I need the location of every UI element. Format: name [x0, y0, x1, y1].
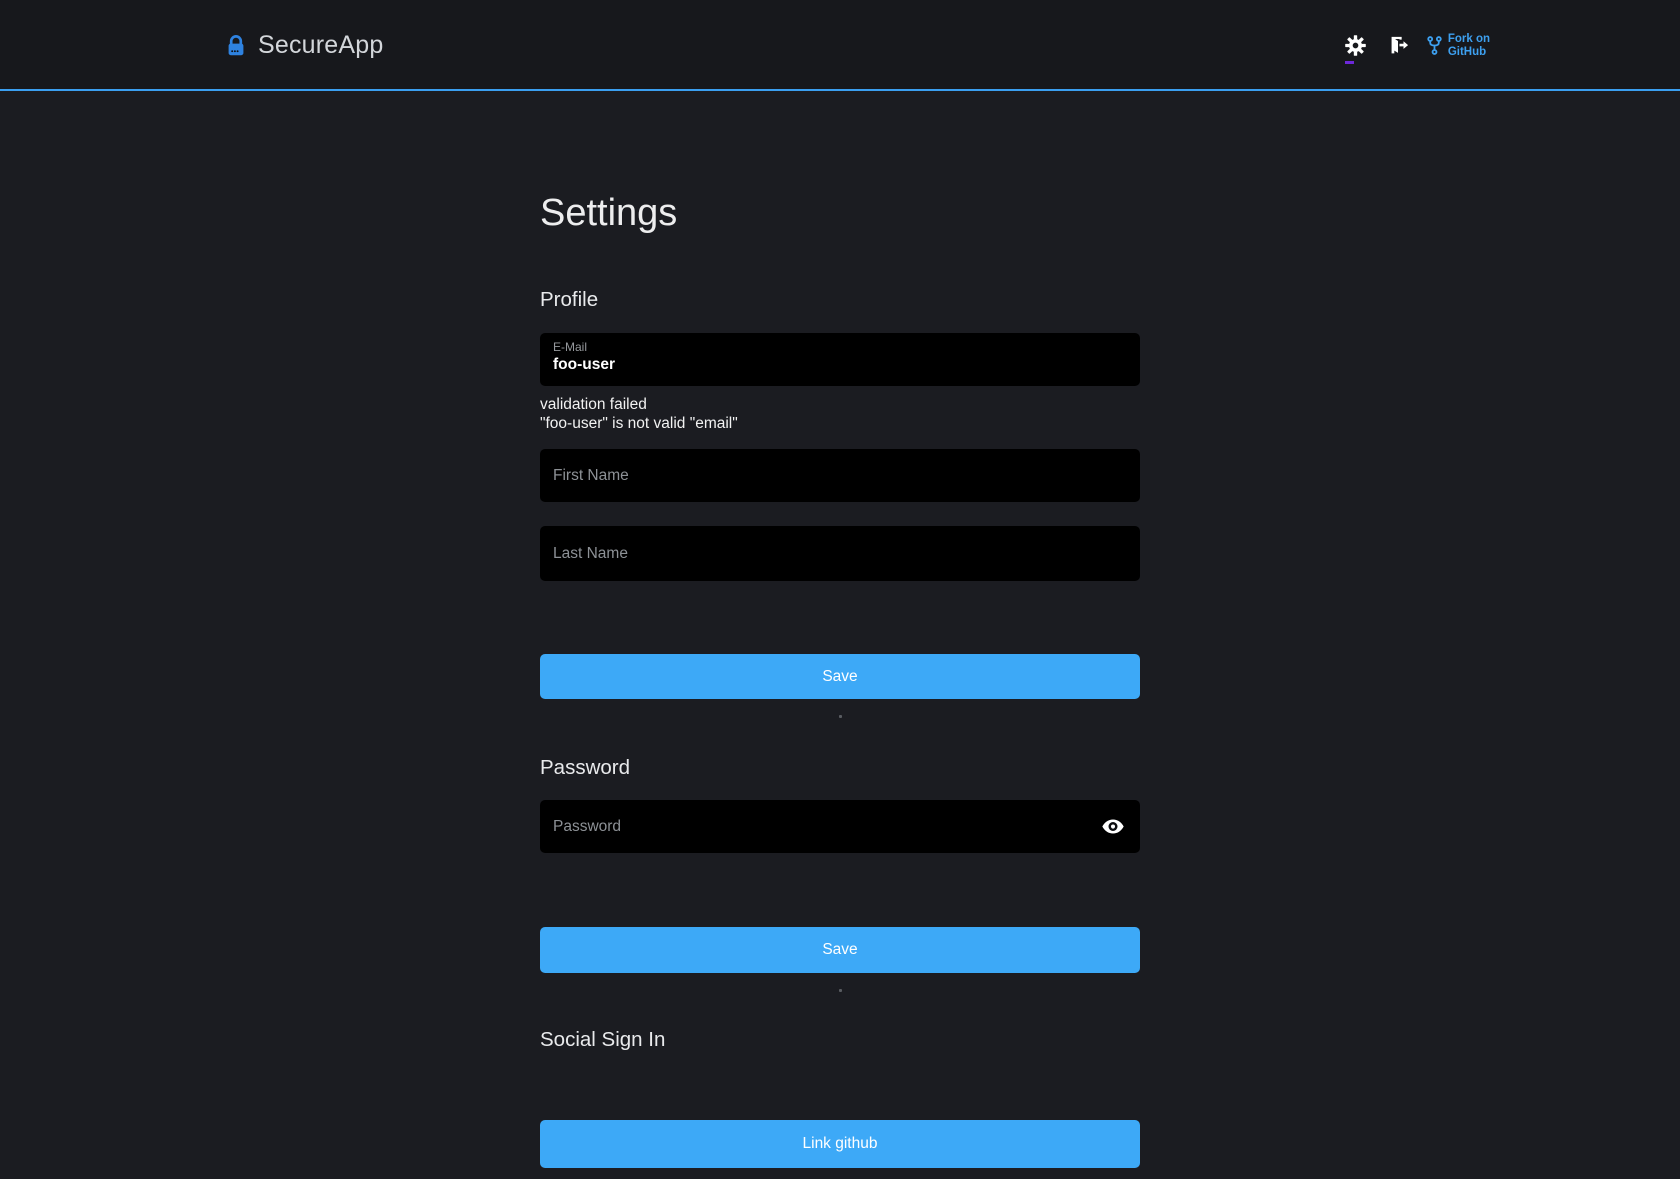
page-title: Settings [540, 91, 1140, 235]
gear-icon [1345, 35, 1366, 56]
validation-error-line2: "foo-user" is not valid "email" [540, 414, 1140, 433]
git-fork-icon [1427, 36, 1442, 55]
section-divider-dot [839, 715, 842, 718]
email-input[interactable] [553, 356, 1127, 374]
email-validation-error: validation failed "foo-user" is not vali… [540, 395, 1140, 433]
fork-on-github-link[interactable]: Fork on GitHub [1427, 33, 1490, 59]
password-section-title: Password [540, 755, 1140, 781]
email-field-label: E-Mail [553, 340, 1127, 354]
app-header: SecureApp [0, 0, 1680, 91]
lock-icon [226, 34, 246, 58]
toggle-password-visibility-button[interactable] [1100, 817, 1126, 837]
profile-section-title: Profile [540, 287, 1140, 313]
gear-underline-mark [1345, 61, 1354, 64]
first-name-input[interactable] [540, 449, 1140, 502]
password-field-box [540, 800, 1140, 853]
profile-save-button[interactable]: Save [540, 654, 1140, 699]
settings-gear-button[interactable] [1343, 33, 1369, 59]
link-github-button[interactable]: Link github [540, 1120, 1140, 1168]
social-signin-section-title: Social Sign In [540, 1027, 1140, 1053]
header-actions: Fork on GitHub [1343, 0, 1490, 91]
logout-button[interactable] [1385, 33, 1411, 59]
app-title: SecureApp [258, 31, 384, 60]
password-input[interactable] [540, 800, 1140, 853]
settings-form-column: Settings Profile E-Mail validation faile… [540, 91, 1140, 1168]
section-divider-dot [839, 989, 842, 992]
app-logo: SecureApp [226, 0, 384, 91]
last-name-input[interactable] [540, 526, 1140, 581]
eye-icon [1101, 819, 1125, 834]
password-save-button[interactable]: Save [540, 927, 1140, 973]
logout-door-icon [1387, 35, 1409, 57]
email-field-box: E-Mail [540, 333, 1140, 386]
validation-error-line1: validation failed [540, 395, 1140, 414]
fork-link-label: Fork on GitHub [1448, 33, 1490, 59]
